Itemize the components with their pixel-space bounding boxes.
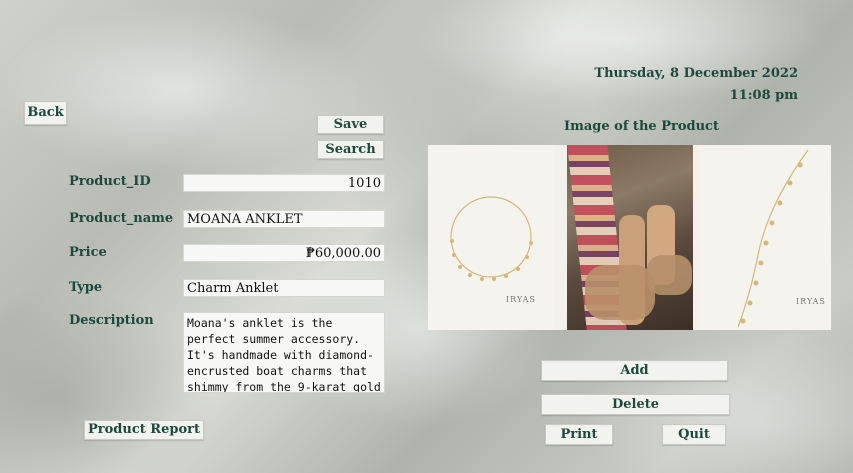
product-image: IRYAS IRYAS — [428, 145, 831, 330]
product-report-button[interactable]: Product Report — [84, 420, 204, 440]
product-image-middle-panel — [567, 145, 693, 330]
date-label: Thursday, 8 December 2022 — [594, 66, 798, 81]
delete-button[interactable]: Delete — [541, 394, 730, 415]
description-field[interactable]: Moana's anklet is the perfect summer acc… — [183, 312, 385, 393]
print-button[interactable]: Print — [545, 424, 613, 445]
product-image-left-panel: IRYAS — [428, 145, 555, 330]
description-label: Description — [69, 313, 154, 328]
product-image-right-panel: IRYAS — [698, 145, 831, 330]
price-field[interactable]: I ₱60,000.00 — [183, 244, 385, 262]
back-button[interactable]: Back — [24, 101, 67, 125]
type-label: Type — [69, 280, 103, 295]
price-label: Price — [69, 245, 107, 260]
product-id-field[interactable]: 1010 — [183, 174, 385, 192]
type-field[interactable]: Charm Anklet — [183, 279, 385, 297]
price-value: ₱60,000.00 — [305, 246, 381, 261]
time-label: 11:08 pm — [729, 88, 798, 103]
save-button[interactable]: Save — [317, 115, 384, 134]
brand-logo-left: IRYAS — [506, 295, 536, 304]
add-button[interactable]: Add — [541, 360, 728, 381]
product-image-caption: Image of the Product — [564, 119, 719, 134]
quit-button[interactable]: Quit — [662, 424, 726, 445]
product-name-label: Product_name — [69, 211, 174, 226]
product-name-field[interactable]: MOANA ANKLET — [183, 210, 385, 228]
product-id-label: Product_ID — [69, 174, 151, 189]
anklet-chain-icon — [450, 196, 533, 281]
search-button[interactable]: Search — [317, 140, 384, 159]
brand-logo-right: IRYAS — [796, 297, 826, 306]
text-cursor-icon: I — [308, 246, 312, 261]
